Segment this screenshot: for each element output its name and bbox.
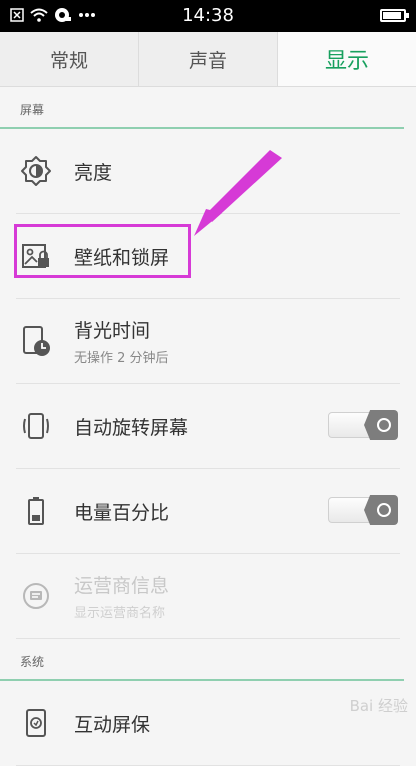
carrier-message-icon [16, 576, 56, 616]
setting-battery-percentage[interactable]: 电量百分比 [16, 469, 400, 554]
setting-title: 电量百分比 [74, 501, 170, 524]
status-time: 14:38 [182, 5, 234, 26]
setting-title: 互动屏保 [74, 713, 151, 736]
rotate-screen-icon [16, 406, 56, 446]
setting-subtitle: 无操作 2 分钟后 [74, 351, 169, 366]
setting-title: 亮度 [74, 161, 113, 184]
setting-carrier-info: 运营商信息 显示运营商名称 [16, 554, 400, 639]
setting-backlight-time[interactable]: 背光时间 无操作 2 分钟后 [16, 299, 400, 384]
auto-rotate-toggle[interactable] [328, 410, 398, 440]
setting-interactive-screensaver[interactable]: 互动屏保 [16, 681, 400, 766]
setting-subtitle: 显示运营商名称 [74, 606, 166, 621]
tab-display[interactable]: 显示 [278, 32, 416, 86]
setting-brightness[interactable]: 亮度 [16, 129, 400, 214]
section-header-system: 系统 [0, 639, 404, 681]
battery-percentage-toggle[interactable] [328, 495, 398, 525]
brightness-icon [16, 151, 56, 191]
battery-level-icon [16, 491, 56, 531]
setting-title: 运营商信息 [74, 575, 170, 597]
tab-sound[interactable]: 声音 [139, 32, 278, 86]
status-bar: 14:38 [0, 0, 416, 32]
backlight-timer-icon [16, 321, 56, 361]
highlight-box-annotation [14, 224, 191, 278]
section-header-screen: 屏幕 [0, 87, 404, 129]
tab-general[interactable]: 常规 [0, 32, 139, 86]
tab-bar: 常规 声音 显示 [0, 32, 416, 87]
screensaver-icon [16, 703, 56, 743]
setting-title: 背光时间 [74, 320, 151, 342]
watermark-text: Bai 经验 [349, 697, 408, 715]
battery-icon [380, 9, 409, 22]
setting-title: 自动旋转屏幕 [74, 416, 189, 439]
setting-auto-rotate[interactable]: 自动旋转屏幕 [16, 384, 400, 469]
